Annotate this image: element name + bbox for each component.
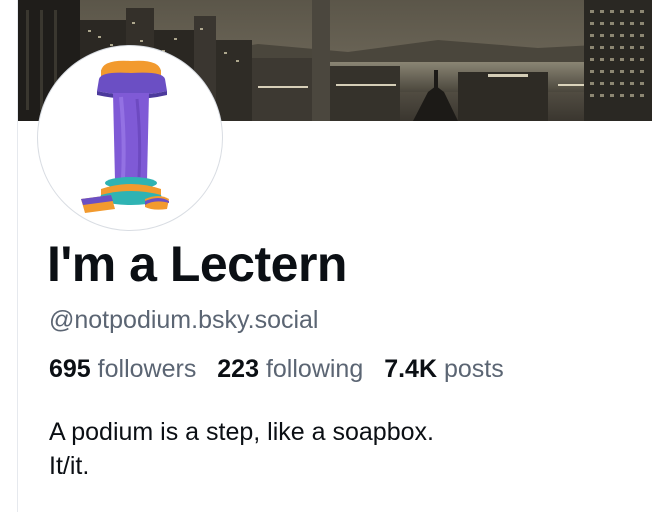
following-count: 223 <box>217 355 259 383</box>
profile-handle: @notpodium.bsky.social <box>49 306 319 334</box>
profile-stats: 695 followers 223 following 7.4K posts <box>49 352 504 386</box>
avatar[interactable] <box>38 46 222 230</box>
following-link[interactable]: 223 following <box>217 355 363 383</box>
posts-label: posts <box>443 355 504 383</box>
followers-label: followers <box>97 355 197 383</box>
bio-line: It/it. <box>49 452 90 480</box>
following-label: following <box>265 355 364 383</box>
followers-count: 695 <box>49 355 91 383</box>
profile-bio: A podium is a step, like a soapbox. It/i… <box>49 415 434 483</box>
profile-display-name: I'm a Lectern <box>47 236 347 292</box>
posts-count: 7.4K <box>384 355 437 383</box>
followers-link[interactable]: 695 followers <box>49 355 196 383</box>
bio-line: A podium is a step, like a soapbox. <box>49 418 434 446</box>
posts-stat: 7.4K posts <box>384 355 504 383</box>
left-gutter <box>0 0 17 512</box>
lectern-avatar-image <box>81 60 169 213</box>
